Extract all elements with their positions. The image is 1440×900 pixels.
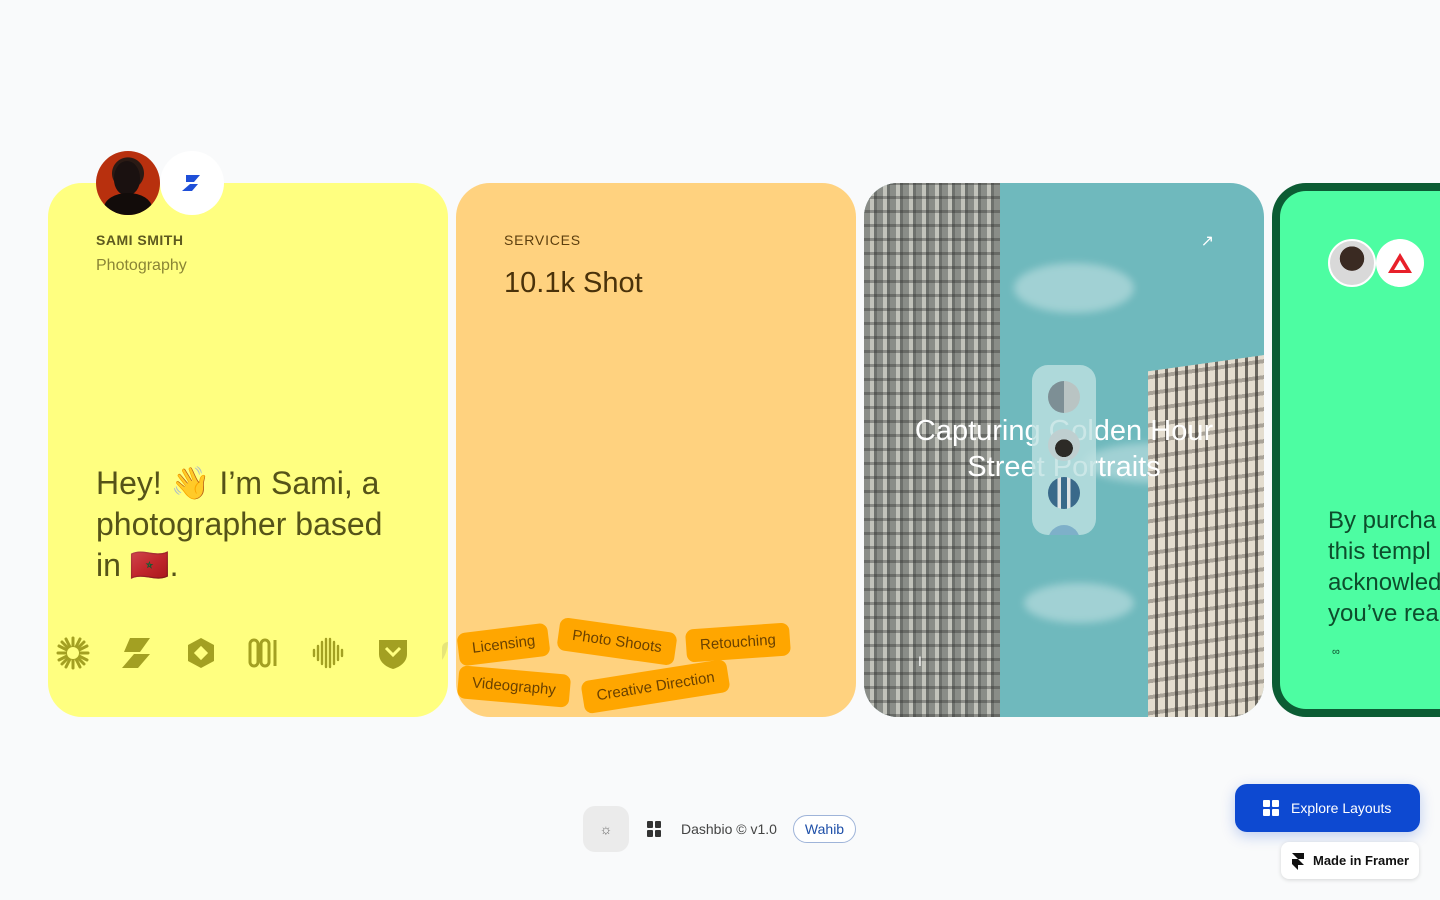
avatar [96, 151, 160, 215]
soundwave-logo-icon [308, 632, 350, 674]
open-arrow-icon[interactable]: ↗ [1201, 231, 1214, 251]
tag-creative-direction: Creative Direction [580, 658, 731, 715]
tag-photo-shoots: Photo Shoots [556, 616, 678, 667]
terms-card[interactable]: By purcha this templ acknowled you’ve re… [1272, 183, 1440, 717]
copyright-text: Dashbio © v1.0 [681, 821, 777, 837]
hex-logo-icon [180, 632, 222, 674]
page: SAMI SMITH Photography Hey! 👋 I’m Sami, … [0, 0, 1440, 900]
avatar [1328, 239, 1376, 287]
theme-toggle-button[interactable]: ☼ [583, 806, 629, 852]
tag-videography: Videography [456, 665, 572, 708]
sun-icon: ☼ [599, 821, 613, 837]
made-in-framer-badge[interactable]: Made in Framer [1281, 842, 1419, 879]
grid-icon [647, 821, 663, 837]
explore-layouts-label: Explore Layouts [1291, 800, 1392, 816]
author-link[interactable]: Wahib [792, 815, 857, 843]
text-cursor-icon: I [918, 653, 922, 669]
terms-text: By purcha this templ acknowled you’ve re… [1328, 505, 1440, 629]
profile-role: Photography [96, 257, 187, 274]
profile-card[interactable]: SAMI SMITH Photography Hey! 👋 I’m Sami, … [48, 151, 448, 717]
terms-text-line: this templ [1328, 538, 1431, 565]
brand-logo-icon [1376, 239, 1424, 287]
thumbnail-scroller[interactable] [1032, 365, 1096, 535]
terms-text-line: By purcha [1328, 507, 1437, 534]
tag-licensing: Licensing [456, 622, 552, 667]
faded-logo-icon [436, 632, 448, 674]
wordmark-logo-icon [244, 632, 286, 674]
client-logo-strip [48, 631, 448, 675]
profile-intro: Hey! 👋 I’m Sami, a photographer based in… [96, 465, 383, 583]
explore-layouts-button[interactable]: Explore Layouts [1235, 784, 1420, 832]
thumbnail-item[interactable] [1048, 381, 1080, 413]
services-label: SERVICES [504, 232, 581, 248]
brand-logo-icon [160, 151, 224, 215]
photo-card[interactable]: ↗ Capturing Golden Hour Street Portraits… [864, 183, 1264, 717]
profile-name: SAMI SMITH [96, 232, 184, 248]
services-count: 10.1k Shot [504, 267, 643, 299]
layout-grid-icon [1263, 800, 1279, 816]
framer-logo-icon [1292, 852, 1304, 870]
services-card[interactable]: SERVICES 10.1k Shot Licensing Photo Shoo… [456, 183, 856, 717]
thumbnail-item[interactable] [1048, 525, 1080, 535]
footer-bar: ☼ Dashbio © v1.0 Wahib [583, 806, 857, 852]
shield-logo-icon [372, 632, 414, 674]
thumbnail-item[interactable] [1048, 477, 1080, 509]
thumbnail-item[interactable] [1048, 429, 1080, 461]
sunburst-logo-icon [52, 632, 94, 674]
framer-badge-label: Made in Framer [1313, 853, 1410, 868]
tag-retouching: Retouching [684, 622, 791, 663]
terms-text-line: acknowled [1328, 569, 1440, 596]
link-icon[interactable]: ∞ [1332, 646, 1340, 658]
bolt-logo-icon [116, 632, 158, 674]
terms-text-line: you’ve rea [1328, 600, 1439, 627]
